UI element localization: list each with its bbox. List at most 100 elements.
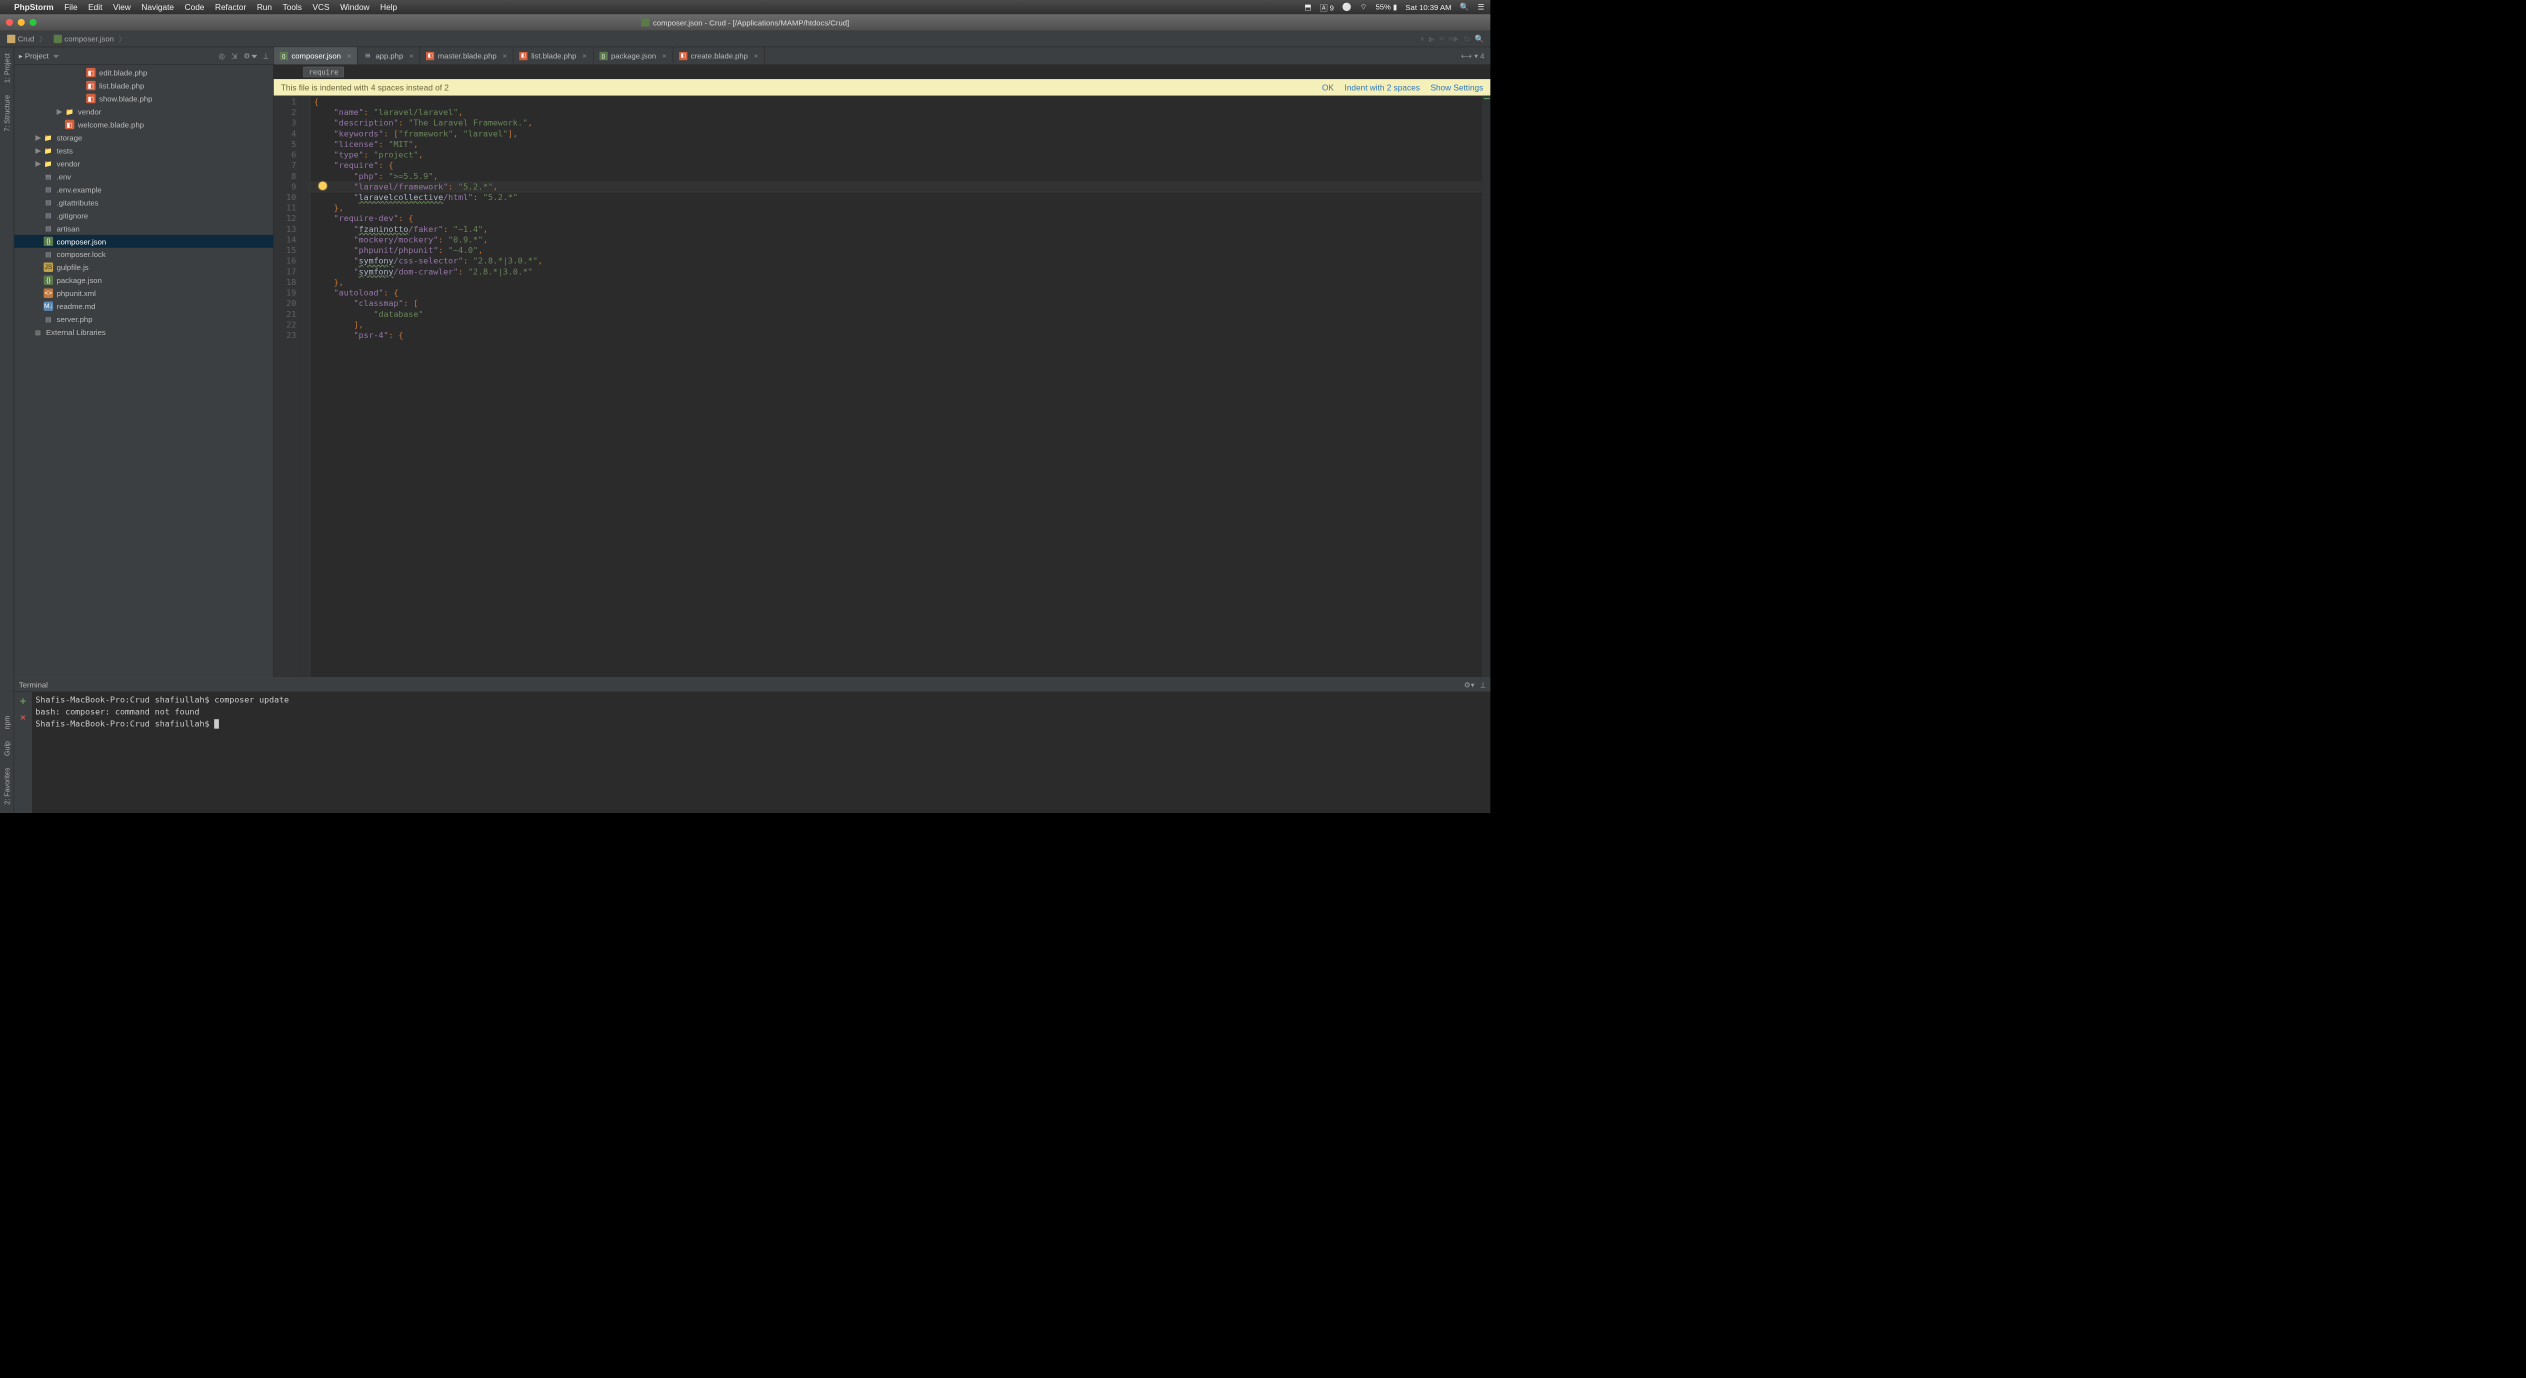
- gulp-tool-tab[interactable]: Gulp: [1, 737, 12, 759]
- tree-node[interactable]: ◧welcome.blade.php: [14, 118, 273, 131]
- run-button[interactable]: ▶: [1429, 34, 1435, 43]
- settings-icon[interactable]: ⚙: [243, 51, 257, 60]
- hide-icon[interactable]: ⟂: [263, 51, 268, 60]
- stop-button[interactable]: ↻: [1464, 34, 1470, 43]
- run-config-dropdown[interactable]: ▾: [1420, 34, 1424, 43]
- close-tab-icon[interactable]: ×: [754, 51, 758, 60]
- line-gutter[interactable]: 1234567891011121314151617181920212223: [274, 96, 301, 678]
- editor-tab[interactable]: ◧master.blade.php×: [420, 47, 513, 64]
- project-tree[interactable]: ◧edit.blade.php◧list.blade.php◧show.blad…: [14, 65, 273, 677]
- tree-label: artisan: [57, 224, 80, 233]
- menu-run[interactable]: Run: [257, 2, 272, 11]
- menu-window[interactable]: Window: [340, 2, 369, 11]
- close-tab-icon[interactable]: ×: [662, 51, 666, 60]
- indentation-banner: This file is indented with 4 spaces inst…: [274, 79, 1491, 96]
- favorites-tool-tab[interactable]: 2: Favorites: [1, 764, 12, 808]
- tree-node[interactable]: ▤.env: [14, 170, 273, 183]
- tree-label: composer.json: [57, 237, 106, 246]
- tree-node[interactable]: M↓readme.md: [14, 300, 273, 313]
- editor-tab[interactable]: ▤app.php×: [358, 47, 420, 64]
- wifi-icon[interactable]: ⌔: [1360, 2, 1367, 11]
- menu-code[interactable]: Code: [185, 2, 205, 11]
- tree-node[interactable]: <>phpunit.xml: [14, 287, 273, 300]
- breadcrumb-file[interactable]: composer.json: [51, 33, 131, 44]
- menu-vcs[interactable]: VCS: [313, 2, 330, 11]
- new-terminal-button[interactable]: +: [20, 696, 26, 708]
- menu-tools[interactable]: Tools: [283, 2, 302, 11]
- tree-node[interactable]: ▶📁vendor: [14, 105, 273, 118]
- tree-node[interactable]: ◧list.blade.php: [14, 79, 273, 92]
- app-name[interactable]: PhpStorm: [14, 2, 53, 11]
- breadcrumb-root[interactable]: Crud: [5, 33, 52, 44]
- debug-button[interactable]: ⌗: [1440, 34, 1444, 43]
- json-icon: {}: [44, 276, 53, 285]
- editor-tab[interactable]: {}package.json×: [593, 47, 673, 64]
- editor-tab[interactable]: ◧list.blade.php×: [514, 47, 594, 64]
- menu-icon[interactable]: ☰: [1478, 2, 1485, 11]
- error-stripe[interactable]: [1482, 96, 1490, 678]
- close-tab-icon[interactable]: ×: [347, 51, 351, 60]
- tree-node[interactable]: ▤composer.lock: [14, 248, 273, 261]
- close-tab-icon[interactable]: ×: [582, 51, 586, 60]
- tree-label: vendor: [57, 159, 80, 168]
- tree-node[interactable]: ▤.env.example: [14, 183, 273, 196]
- banner-indent-link[interactable]: Indent with 2 spaces: [1345, 83, 1420, 92]
- banner-settings-link[interactable]: Show Settings: [1430, 83, 1483, 92]
- tree-node[interactable]: {}composer.json: [14, 235, 273, 248]
- battery-status[interactable]: 55% ▮: [1375, 2, 1397, 11]
- code-editor[interactable]: 1234567891011121314151617181920212223 { …: [274, 96, 1491, 678]
- terminal-settings-icon[interactable]: ⚙▾: [1464, 680, 1475, 689]
- intention-bulb-icon[interactable]: [319, 182, 327, 190]
- tree-node[interactable]: ▶📁storage: [14, 131, 273, 144]
- editor-tab[interactable]: {}composer.json×: [274, 47, 358, 64]
- tree-node[interactable]: ▶📁vendor: [14, 157, 273, 170]
- editor-tab[interactable]: ◧create.blade.php×: [673, 47, 765, 64]
- close-window-button[interactable]: [6, 19, 13, 26]
- bluetooth-icon[interactable]: ⚪: [1342, 2, 1352, 11]
- menu-help[interactable]: Help: [380, 2, 397, 11]
- search-everywhere-button[interactable]: 🔍: [1475, 34, 1485, 43]
- menu-view[interactable]: View: [113, 2, 131, 11]
- dropbox-icon[interactable]: ⬒: [1304, 2, 1311, 11]
- close-tab-icon[interactable]: ×: [503, 51, 507, 60]
- close-terminal-button[interactable]: ×: [20, 713, 26, 724]
- tree-node[interactable]: ▤artisan: [14, 222, 273, 235]
- menu-file[interactable]: File: [64, 2, 77, 11]
- project-view-selector[interactable]: ▸ Project: [19, 51, 59, 60]
- scroll-to-source-icon[interactable]: ◎: [219, 51, 226, 60]
- fold-column[interactable]: [301, 96, 310, 678]
- notification-icon[interactable]: 🄰 9: [1320, 1, 1334, 12]
- tree-node[interactable]: ▦External Libraries: [14, 326, 273, 339]
- tree-node[interactable]: ◧show.blade.php: [14, 92, 273, 105]
- menu-edit[interactable]: Edit: [88, 2, 102, 11]
- spotlight-icon[interactable]: 🔍: [1460, 2, 1470, 11]
- terminal-hide-icon[interactable]: ⟂: [1481, 680, 1486, 689]
- tree-node[interactable]: ▤.gitattributes: [14, 196, 273, 209]
- tree-node[interactable]: {}package.json: [14, 274, 273, 287]
- structure-tool-tab[interactable]: 7: Structure: [1, 91, 12, 135]
- tree-node[interactable]: ▶📁tests: [14, 144, 273, 157]
- more-tabs-button[interactable]: ⟷ ▾ 4: [1455, 47, 1490, 64]
- file-icon: ▤: [364, 52, 372, 60]
- menu-refactor[interactable]: Refactor: [215, 2, 246, 11]
- collapse-all-icon[interactable]: ⇲: [231, 51, 237, 60]
- menu-navigate[interactable]: Navigate: [141, 2, 174, 11]
- coverage-button[interactable]: ⌗▶: [1449, 34, 1459, 43]
- banner-ok-link[interactable]: OK: [1322, 83, 1334, 92]
- tree-node[interactable]: ▤.gitignore: [14, 209, 273, 222]
- tree-label: list.blade.php: [99, 81, 144, 90]
- editor-breadcrumb[interactable]: require: [303, 67, 343, 78]
- tree-node[interactable]: ▤server.php: [14, 313, 273, 326]
- clock[interactable]: Sat 10:39 AM: [1405, 3, 1451, 12]
- tree-node[interactable]: ◧edit.blade.php: [14, 66, 273, 79]
- terminal-output[interactable]: Shafis-MacBook-Pro:Crud shafiullah$ comp…: [32, 692, 1490, 813]
- editor-tabs: {}composer.json×▤app.php×◧master.blade.p…: [274, 47, 1491, 65]
- js-icon: JS: [44, 263, 53, 272]
- tree-node[interactable]: JSgulpfile.js: [14, 261, 273, 274]
- project-tool-tab[interactable]: 1: Project: [1, 50, 12, 87]
- zoom-window-button[interactable]: [29, 19, 36, 26]
- npm-tool-tab[interactable]: npm: [1, 712, 12, 733]
- close-tab-icon[interactable]: ×: [409, 51, 413, 60]
- project-tool-window: ▸ Project ◎ ⇲ ⚙ ⟂ ◧edit.blade.php◧list.b…: [14, 47, 274, 677]
- minimize-window-button[interactable]: [18, 19, 25, 26]
